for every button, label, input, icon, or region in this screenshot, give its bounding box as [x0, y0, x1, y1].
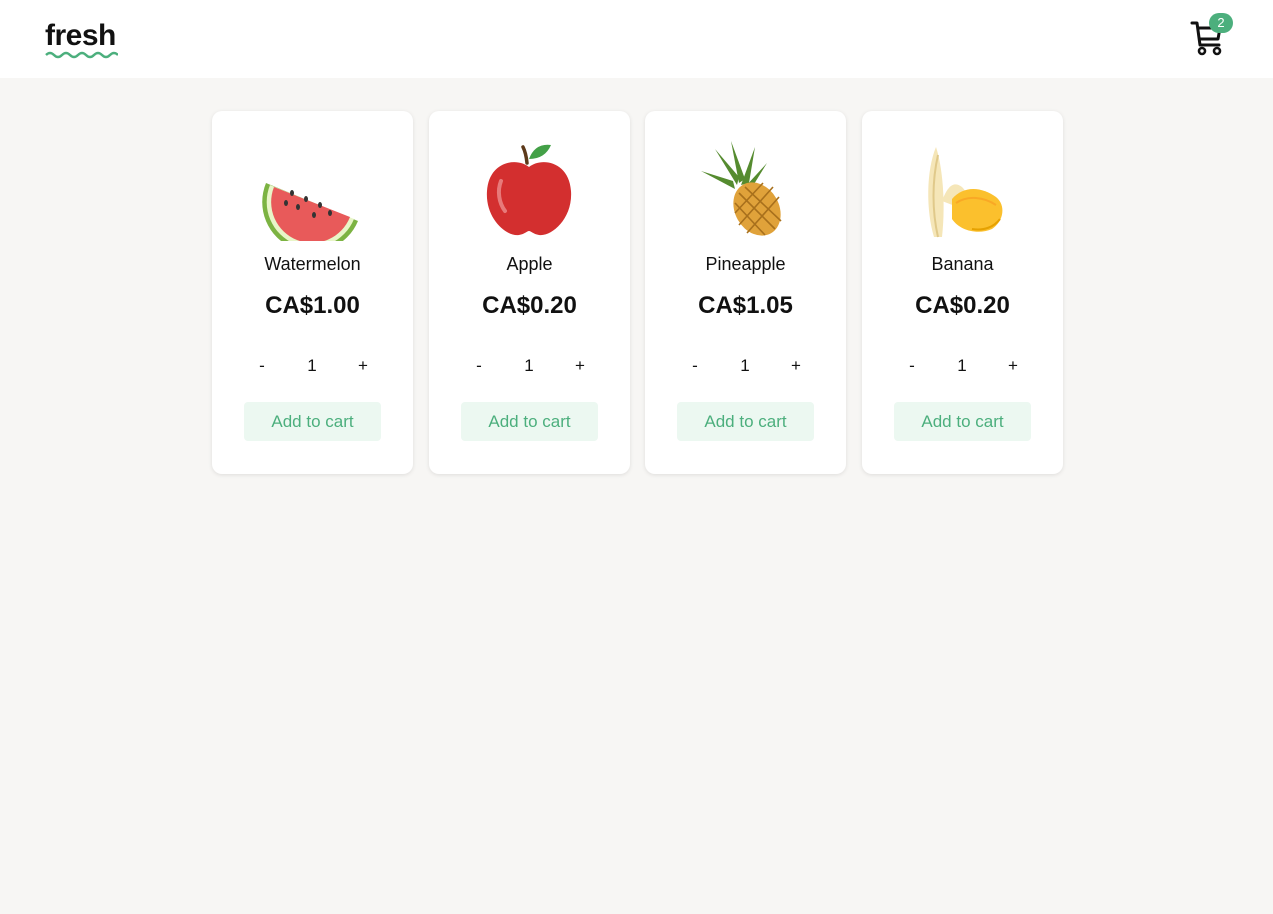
product-card: Apple CA$0.20 - 1 + Add to cart [429, 111, 630, 474]
logo-squiggle [45, 51, 118, 59]
product-price: CA$0.20 [482, 292, 577, 319]
quantity-value: 1 [740, 356, 750, 375]
decrement-button[interactable]: - [680, 354, 710, 378]
quantity-value: 1 [307, 356, 317, 375]
product-name: Pineapple [705, 254, 786, 274]
apple-icon [486, 144, 572, 236]
quantity-stepper: - 1 + [212, 354, 413, 378]
quantity-stepper: - 1 + [429, 354, 630, 378]
product-name: Banana [931, 254, 994, 274]
product-price: CA$0.20 [915, 292, 1010, 319]
logo[interactable]: fresh [45, 18, 116, 54]
product-grid: Watermelon CA$1.00 - 1 + Add to cart App… [212, 111, 1063, 474]
add-to-cart-button[interactable]: Add to cart [894, 402, 1031, 441]
decrement-button[interactable]: - [897, 354, 927, 378]
product-card: Pineapple CA$1.05 - 1 + Add to cart [645, 111, 846, 474]
increment-button[interactable]: + [565, 354, 595, 378]
quantity-stepper: - 1 + [645, 354, 846, 378]
cart-count-badge: 2 [1209, 13, 1233, 33]
pineapple-icon [701, 141, 782, 236]
decrement-button[interactable]: - [247, 354, 277, 378]
quantity-stepper: - 1 + [862, 354, 1063, 378]
product-price: CA$1.05 [698, 292, 793, 319]
product-card: Watermelon CA$1.00 - 1 + Add to cart [212, 111, 413, 474]
quantity-value: 1 [524, 356, 534, 375]
product-card: Banana CA$0.20 - 1 + Add to cart [862, 111, 1063, 474]
quantity-value: 1 [957, 356, 967, 375]
increment-button[interactable]: + [998, 354, 1028, 378]
product-name: Watermelon [264, 254, 361, 274]
product-name: Apple [506, 254, 553, 274]
increment-button[interactable]: + [781, 354, 811, 378]
add-to-cart-button[interactable]: Add to cart [461, 402, 598, 441]
add-to-cart-button[interactable]: Add to cart [244, 402, 381, 441]
banana-icon [928, 147, 1003, 238]
site-header: fresh 2 [0, 0, 1273, 78]
add-to-cart-button[interactable]: Add to cart [677, 402, 814, 441]
product-price: CA$1.00 [265, 292, 360, 319]
watermelon-icon [262, 183, 358, 241]
cart-button[interactable]: 2 [1190, 13, 1236, 60]
decrement-button[interactable]: - [464, 354, 494, 378]
increment-button[interactable]: + [348, 354, 378, 378]
